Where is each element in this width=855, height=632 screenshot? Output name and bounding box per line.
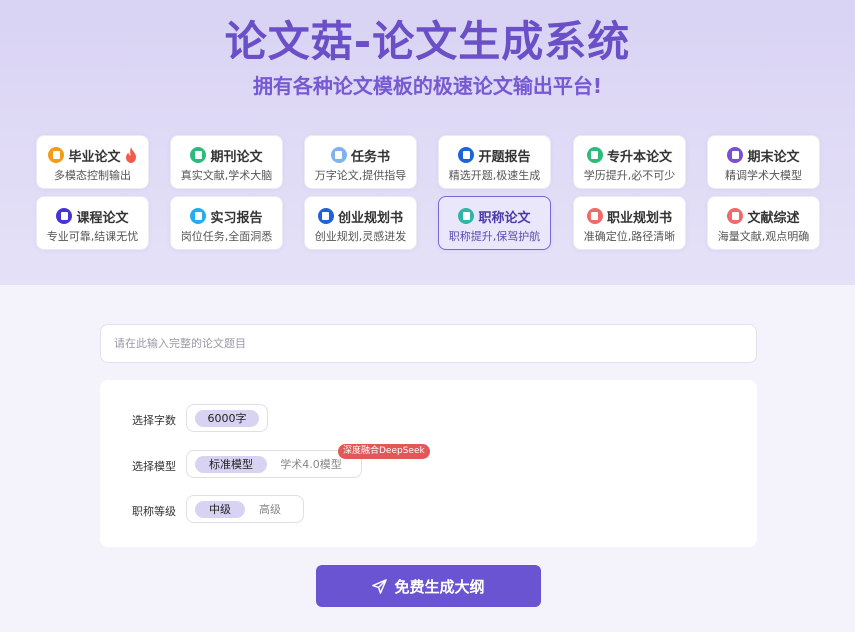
card-description: 万字论文,提供指导 (314, 169, 407, 182)
report-icon (458, 147, 475, 163)
final-exam-icon (727, 147, 744, 163)
paper-type-card[interactable]: 毕业论文多模态控制输出 (36, 135, 149, 189)
card-header: 毕业论文 (37, 145, 148, 165)
card-header: 专升本论文 (574, 145, 685, 165)
paper-type-card[interactable]: 创业规划书创业规划,灵感进发 (304, 196, 417, 250)
card-description: 精调学术大模型 (725, 169, 802, 182)
card-title: 创业规划书 (337, 210, 403, 226)
paper-type-card[interactable]: 期末论文精调学术大模型 (707, 135, 820, 189)
course-icon (56, 208, 73, 224)
topic-input[interactable] (100, 324, 757, 363)
card-header: 课程论文 (37, 206, 148, 226)
word-count-option-6000[interactable]: 6000字 (195, 410, 259, 427)
paper-type-card[interactable]: 职业规划书准确定位,路径清晰 (573, 196, 686, 250)
deepseek-badge: 深度融合DeepSeek (338, 444, 430, 459)
startup-plan-icon (317, 208, 334, 224)
card-header: 职业规划书 (574, 206, 685, 226)
card-header: 实习报告 (171, 206, 282, 226)
page-subtitle: 拥有各种论文模板的极速论文输出平台! (252, 74, 603, 98)
paper-type-card[interactable]: 实习报告岗位任务,全面洞悉 (170, 196, 283, 250)
graduation-doc-icon (48, 147, 65, 163)
model-option-academic[interactable]: 学术4.0模型 (273, 456, 349, 473)
card-title: 实习报告 (210, 210, 263, 226)
internship-icon (190, 208, 207, 224)
generate-outline-label: 免费生成大纲 (394, 577, 485, 596)
card-description: 创业规划,灵感进发 (314, 230, 407, 243)
card-title: 任务书 (350, 149, 390, 165)
generate-outline-button[interactable]: 免费生成大纲 (316, 565, 541, 607)
card-description: 学历提升,必不可少 (583, 169, 676, 182)
card-header: 期末论文 (708, 145, 819, 165)
level-row: 职称等级 中级 高级 (100, 495, 757, 525)
card-description: 海量文献,观点明确 (717, 230, 810, 243)
page-title: 论文菇-论文生成系统 (224, 17, 631, 66)
card-title: 职业规划书 (606, 210, 672, 226)
model-label: 选择模型 (132, 460, 176, 473)
card-description: 多模态控制输出 (54, 169, 131, 182)
level-option-senior[interactable]: 高级 (247, 501, 293, 518)
paper-type-card[interactable]: 课程论文专业可靠,结课无忧 (36, 196, 149, 250)
card-description: 职称提升,保驾护航 (448, 230, 541, 243)
card-header: 文献综述 (708, 206, 819, 226)
options-panel: 选择字数 6000字 选择模型 标准模型 学术4.0模型 深度融合DeepSee… (100, 380, 757, 547)
card-description: 真实文献,学术大脑 (180, 169, 273, 182)
model-option-standard[interactable]: 标准模型 (195, 456, 267, 473)
upgrade-book-icon (586, 147, 603, 163)
card-description: 专业可靠,结课无忧 (46, 230, 139, 243)
card-header: 职称论文 (439, 206, 550, 226)
fire-icon (125, 147, 136, 163)
title-paper-icon (458, 208, 475, 224)
card-header: 开题报告 (439, 145, 550, 165)
paper-type-card[interactable]: 专升本论文学历提升,必不可少 (573, 135, 686, 189)
model-selector: 标准模型 学术4.0模型 (186, 450, 362, 478)
card-title: 期刊论文 (210, 149, 263, 165)
paper-type-card[interactable]: 职称论文职称提升,保驾护航 (438, 196, 551, 250)
word-count-selector: 6000字 (186, 404, 268, 432)
level-selector: 中级 高级 (186, 495, 304, 523)
card-description: 精选开题,极速生成 (448, 169, 541, 182)
send-icon (372, 578, 388, 594)
card-header: 期刊论文 (171, 145, 282, 165)
card-title: 毕业论文 (68, 149, 121, 165)
card-title: 专升本论文 (606, 149, 672, 165)
card-title: 开题报告 (478, 149, 531, 165)
word-count-label: 选择字数 (132, 414, 176, 427)
task-book-icon (330, 147, 347, 163)
level-option-middle[interactable]: 中级 (195, 501, 245, 518)
paper-type-card[interactable]: 期刊论文真实文献,学术大脑 (170, 135, 283, 189)
card-description: 准确定位,路径清晰 (583, 230, 676, 243)
card-header: 任务书 (305, 145, 416, 165)
card-title: 期末论文 (747, 149, 800, 165)
model-row: 选择模型 标准模型 学术4.0模型 深度融合DeepSeek (100, 444, 757, 480)
card-header: 创业规划书 (305, 206, 416, 226)
word-count-row: 选择字数 6000字 (100, 404, 757, 434)
paper-type-card[interactable]: 文献综述海量文献,观点明确 (707, 196, 820, 250)
literature-review-icon (727, 208, 744, 224)
journal-icon (190, 147, 207, 163)
paper-type-card[interactable]: 开题报告精选开题,极速生成 (438, 135, 551, 189)
card-description: 岗位任务,全面洞悉 (180, 230, 273, 243)
card-title: 课程论文 (76, 210, 129, 226)
level-label: 职称等级 (132, 505, 176, 518)
card-title: 职称论文 (478, 210, 531, 226)
career-plan-icon (586, 208, 603, 224)
card-title: 文献综述 (747, 210, 800, 226)
paper-type-card[interactable]: 任务书万字论文,提供指导 (304, 135, 417, 189)
